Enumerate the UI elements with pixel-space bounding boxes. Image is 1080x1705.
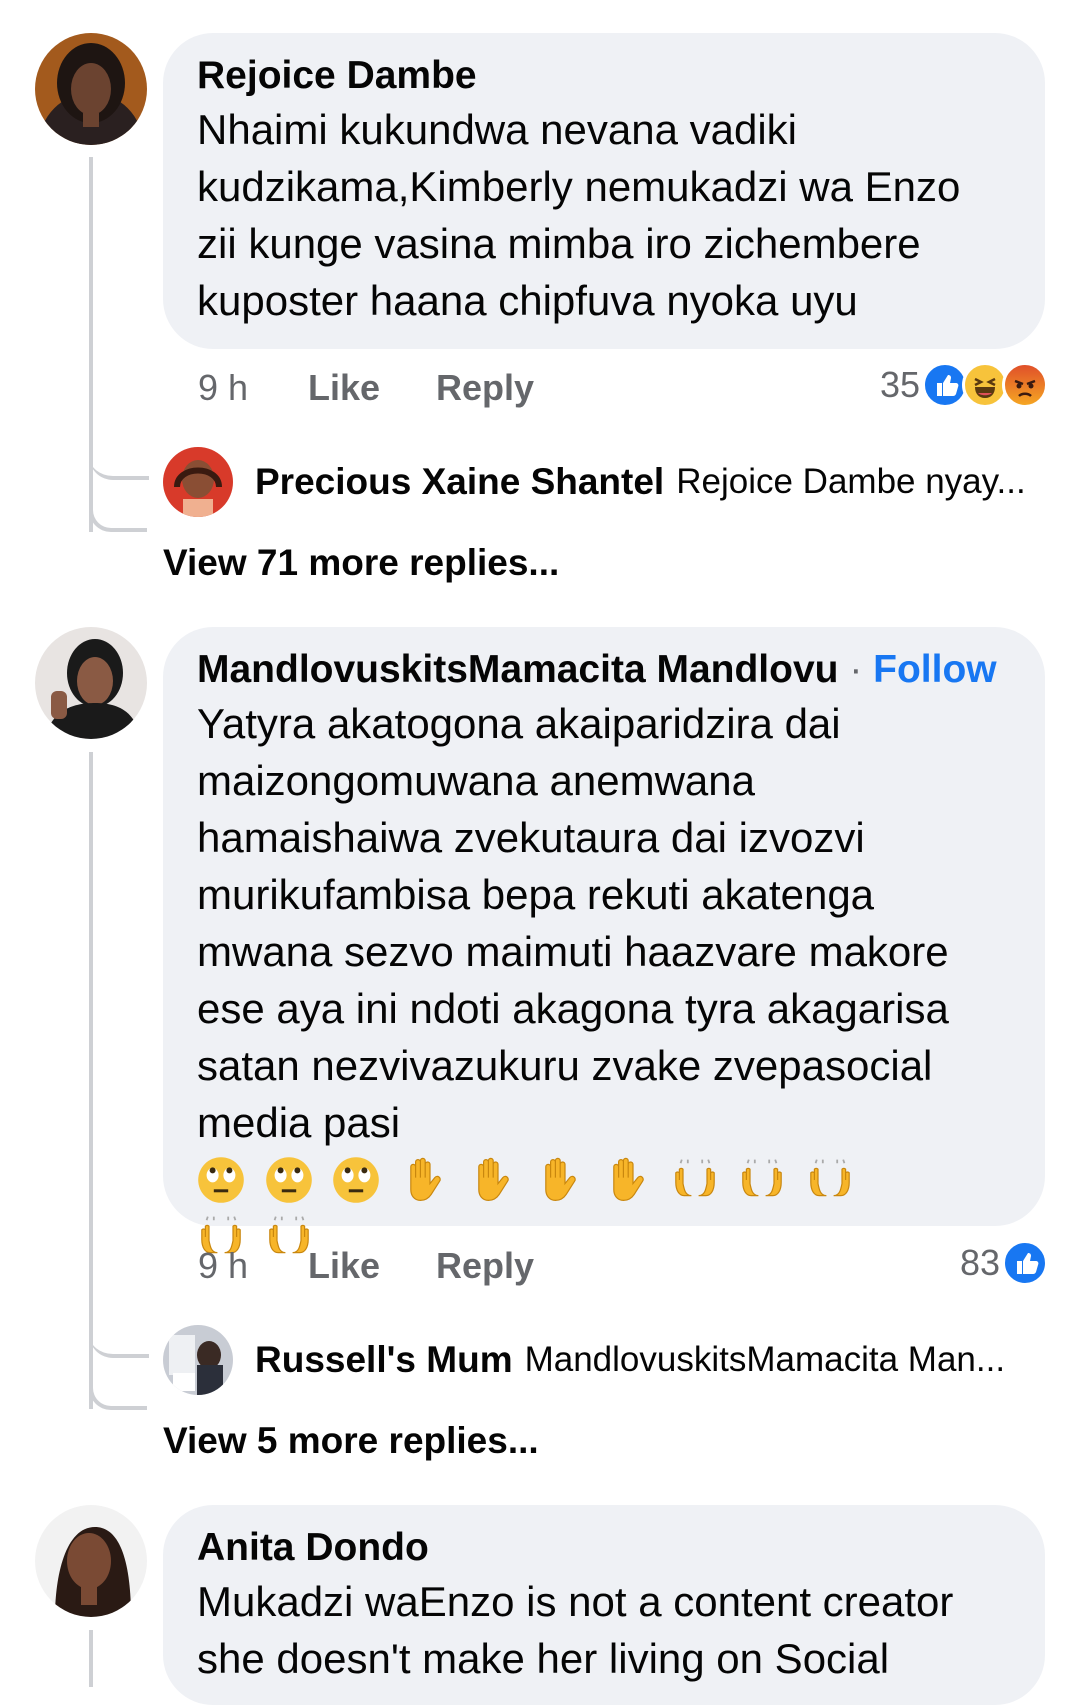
- raised-hand-emoji: [468, 1156, 516, 1204]
- comment-author-row: MandlovuskitsMamacita Mandlovu · Follow: [197, 645, 1011, 695]
- comment-line: Nhaimi kukundwa nevana vadiki: [197, 106, 797, 153]
- comment-line: media pasi: [197, 1094, 1011, 1208]
- reply-button[interactable]: Reply: [436, 1245, 534, 1287]
- view-more-connector: [89, 510, 147, 532]
- avatar[interactable]: [163, 1325, 233, 1395]
- comment-text: Nhaimi kukundwa nevana vadiki kudzikama,…: [197, 101, 1011, 329]
- comment-author[interactable]: MandlovuskitsMamacita Mandlovu: [197, 648, 838, 691]
- raised-hand-emoji: [603, 1156, 651, 1204]
- reply-connector: [89, 440, 149, 480]
- avatar[interactable]: [35, 1505, 147, 1617]
- reply-connector: [89, 1318, 149, 1358]
- like-button[interactable]: Like: [308, 1245, 436, 1287]
- reply-button[interactable]: Reply: [436, 367, 534, 409]
- raising-hands-emoji: [738, 1156, 786, 1204]
- avatar[interactable]: [163, 447, 233, 517]
- eye-roll-emoji: [332, 1156, 380, 1204]
- thread-line: [89, 752, 93, 1409]
- separator-dot: ·: [849, 648, 863, 691]
- comment-bubble: Anita Dondo Mukadzi waEnzo is not a cont…: [163, 1505, 1045, 1705]
- angry-reaction-icon: [1002, 362, 1048, 408]
- reaction-count: 83: [959, 1242, 1000, 1283]
- comment-time[interactable]: 9 h: [198, 1245, 308, 1287]
- comment-line: mwana sezvo maimuti haazvare makore: [197, 928, 949, 975]
- reply-author[interactable]: Precious Xaine Shantel: [255, 461, 664, 503]
- raising-hands-emoji: [806, 1156, 854, 1204]
- comment-line: zii kunge vasina mimba iro zichembere: [197, 220, 921, 267]
- comment-bubble: MandlovuskitsMamacita Mandlovu · Follow …: [163, 627, 1045, 1254]
- comment-line: murikufambisa bepa rekuti akatenga: [197, 871, 875, 918]
- comment-line: kuposter haana chipfuva nyoka uyu: [197, 277, 858, 324]
- comment-line: maizongomuwana anemwana: [197, 757, 755, 804]
- raised-hand-emoji: [400, 1156, 448, 1204]
- view-more-replies[interactable]: View 5 more replies...: [163, 1420, 539, 1462]
- comment-line: hamaishaiwa zvekutaura dai izvozvi: [197, 814, 865, 861]
- comment-text: Yatyra akatogona akaiparidzira dai maizo…: [197, 695, 1011, 1265]
- eye-roll-emoji: [265, 1156, 313, 1204]
- comment-actions: 9 h Like Reply: [198, 367, 534, 409]
- comment-text: Mukadzi waEnzo is not a content creator …: [197, 1573, 1011, 1687]
- raised-hand-emoji: [535, 1156, 583, 1204]
- avatar[interactable]: [35, 33, 147, 145]
- reply-preview[interactable]: Russell's Mum MandlovuskitsMamacita Man.…: [163, 1325, 1005, 1395]
- reply-snippet: MandlovuskitsMamacita Man...: [524, 1340, 1006, 1379]
- raising-hands-emoji: [671, 1156, 719, 1204]
- emoji-row: [197, 1156, 862, 1203]
- reaction-summary[interactable]: 35: [880, 362, 1048, 408]
- comment-line: ese aya ini ndoti akagona tyra akagarisa: [197, 985, 949, 1032]
- comment-time[interactable]: 9 h: [198, 367, 308, 409]
- comment-line: Yatyra akatogona akaiparidzira dai: [197, 700, 841, 747]
- thread-line: [89, 1630, 93, 1687]
- reply-author[interactable]: Russell's Mum: [255, 1339, 513, 1381]
- comment-line: Mukadzi waEnzo is not a content creator: [197, 1578, 954, 1625]
- like-reaction-icon: [1002, 1240, 1048, 1286]
- reaction-count: 35: [879, 364, 920, 405]
- like-button[interactable]: Like: [308, 367, 436, 409]
- comment-author[interactable]: Rejoice Dambe: [197, 51, 1011, 101]
- reply-preview[interactable]: Precious Xaine Shantel Rejoice Dambe nya…: [163, 447, 1026, 517]
- avatar[interactable]: [35, 627, 147, 739]
- comment-line: kudzikama,Kimberly nemukadzi wa Enzo: [197, 163, 961, 210]
- comment-bubble: Rejoice Dambe Nhaimi kukundwa nevana vad…: [163, 33, 1045, 349]
- comment-actions: 9 h Like Reply: [198, 1245, 534, 1287]
- comment-line: she doesn't make her living on Social: [197, 1635, 890, 1682]
- reaction-summary[interactable]: 83: [960, 1240, 1048, 1286]
- comment-author[interactable]: Anita Dondo: [197, 1523, 1011, 1573]
- thread-line: [89, 157, 93, 532]
- view-more-connector: [89, 1388, 147, 1410]
- comment-line-text: media pasi: [197, 1099, 401, 1146]
- reply-snippet: Rejoice Dambe nyay...: [676, 462, 1026, 501]
- view-more-replies[interactable]: View 71 more replies...: [163, 542, 559, 584]
- eye-roll-emoji: [197, 1156, 245, 1204]
- comment-line: satan nezvivazukuru zvake zvepasocial: [197, 1042, 933, 1089]
- follow-button[interactable]: Follow: [873, 648, 996, 691]
